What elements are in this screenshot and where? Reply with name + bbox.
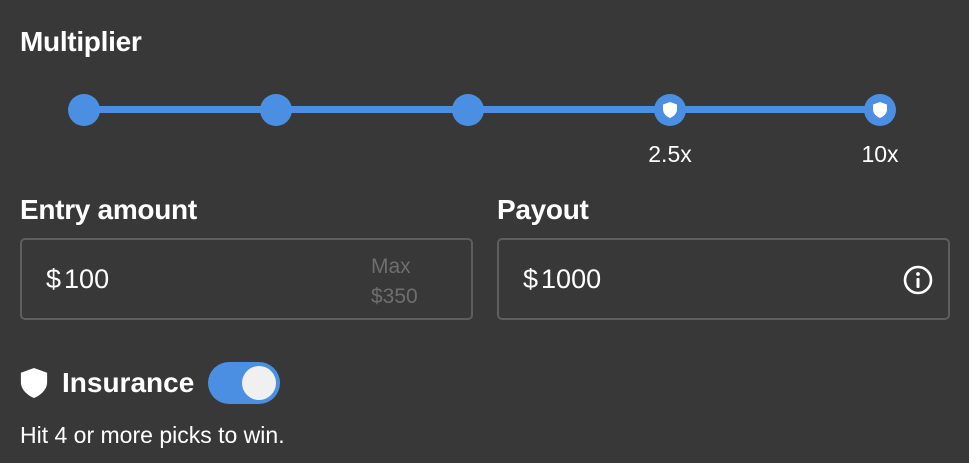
currency-symbol: $	[523, 264, 539, 294]
slider-stop-2[interactable]	[260, 94, 292, 126]
shield-icon	[873, 102, 887, 118]
slider-stop-1[interactable]	[68, 94, 100, 126]
entry-amount-title: Entry amount	[20, 194, 197, 225]
slider-stop-4[interactable]	[654, 94, 686, 126]
currency-symbol: $	[46, 264, 62, 294]
entry-amount-input[interactable]: $100 Max $350	[20, 238, 473, 320]
insurance-label: Insurance	[62, 367, 195, 398]
payout-title: Payout	[497, 194, 589, 225]
stop-label-10x: 10x	[861, 141, 899, 167]
payout-amount-text: 1000	[541, 264, 602, 294]
max-hint: Max $350	[371, 252, 431, 312]
slider-stop-3[interactable]	[452, 94, 484, 126]
payout-value: $1000	[523, 264, 601, 295]
max-value: $350	[371, 285, 418, 308]
shield-icon	[663, 102, 677, 118]
insurance-row: Insurance	[20, 360, 281, 406]
insurance-hint: Hit 4 or more picks to win.	[20, 422, 285, 448]
info-icon[interactable]	[902, 264, 934, 296]
multiplier-slider[interactable]	[68, 92, 896, 128]
toggle-knob[interactable]	[242, 366, 277, 400]
multiplier-title: Multiplier	[20, 26, 142, 57]
entry-amount-text: 100	[64, 264, 110, 294]
slider-stop-5[interactable]	[864, 94, 896, 126]
insurance-toggle[interactable]	[208, 362, 281, 404]
entry-amount-value[interactable]: $100	[46, 264, 109, 295]
stop-label-2-5x: 2.5x	[648, 141, 692, 167]
payout-field: $1000	[497, 238, 950, 320]
shield-icon	[20, 368, 48, 398]
max-label: Max	[371, 255, 411, 278]
